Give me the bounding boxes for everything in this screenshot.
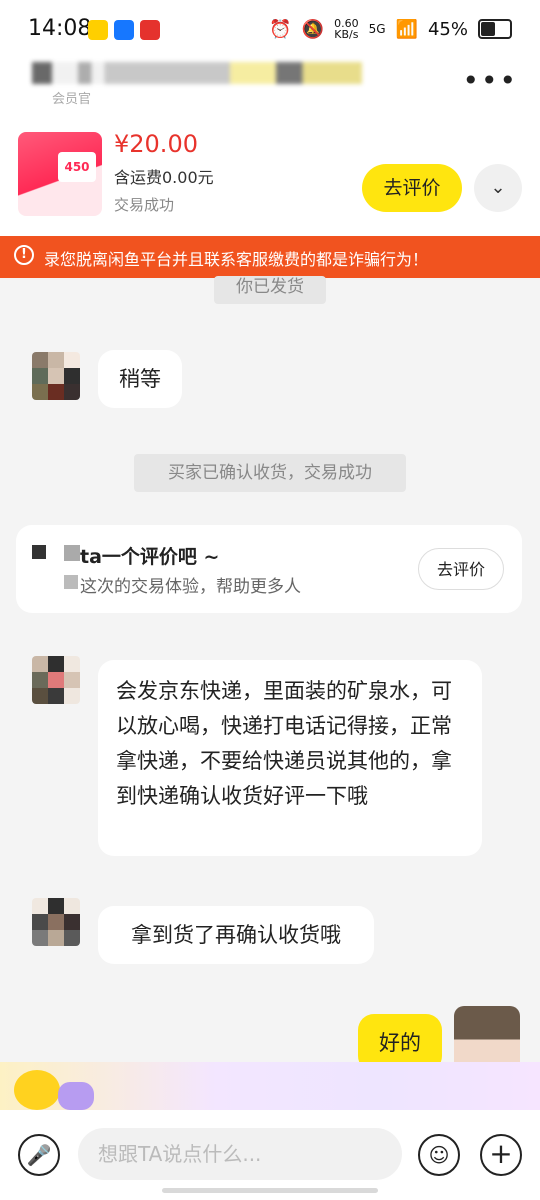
message-bubble[interactable]: 拿到货了再确认收货哦 (98, 906, 374, 964)
fraud-warning-banner[interactable]: ! 录您脱离闲鱼平台并且联系客服缴费的都是诈骗行为！ (0, 236, 540, 278)
trade-status: 交易成功 (114, 196, 175, 214)
battery-icon (478, 19, 512, 39)
more-icon[interactable]: ••• (462, 64, 518, 97)
message-input[interactable] (78, 1128, 402, 1180)
seller-avatar[interactable] (32, 656, 80, 704)
product-thumbnail[interactable]: 450 (18, 132, 102, 216)
seller-avatar[interactable] (32, 352, 80, 400)
product-price: ¥20.00 (114, 130, 198, 158)
net-speed: 0.60 KB/s (334, 17, 359, 41)
seller-avatar[interactable] (32, 898, 80, 946)
avatar-blurred (64, 545, 80, 561)
thumb-badge: 450 (58, 152, 96, 182)
microphone-icon[interactable]: 🎤 (18, 1134, 60, 1176)
message-bubble[interactable]: 会发京东快递，里面装的矿泉水，可以放心喝，快递打电话记得接，正常拿快递，不要给快… (98, 660, 482, 856)
message-bubble[interactable]: 稍等 (98, 350, 182, 408)
alarm-icon: ⏰ (269, 18, 292, 40)
status-time: 14:08 (28, 16, 92, 41)
system-message-shipped: 你已发货 (214, 276, 326, 304)
home-indicator (162, 1188, 378, 1193)
review-button[interactable]: 去评价 (362, 164, 462, 212)
review-card-button[interactable]: 去评价 (418, 548, 504, 590)
battery-percent: 45% (427, 18, 468, 40)
header-subtitle: 会员官 (52, 92, 92, 107)
avatar-blurred (32, 545, 46, 559)
wifi-icon: 📶 (395, 18, 418, 40)
chevron-down-icon[interactable]: ⌄ (474, 164, 522, 212)
warning-icon: ! (14, 245, 34, 265)
mascot-icon (14, 1070, 60, 1110)
emoji-icon[interactable]: ☺ (418, 1134, 460, 1176)
review-card-title: ta一个评价吧 ~ (80, 546, 220, 568)
icon-blurred (64, 575, 78, 589)
shipping-fee: 含运费0.00元 (114, 168, 214, 187)
alipay-icon (114, 20, 134, 40)
review-card-subtitle: 这次的交易体验，帮助更多人 (80, 577, 301, 597)
system-message-confirmed: 买家已确认收货，交易成功 (134, 454, 406, 492)
status-right: ⏰ 🔕 0.60 KB/s 5G 📶 45% (269, 18, 512, 40)
sticker-icon (58, 1082, 94, 1110)
plus-icon[interactable]: + (480, 1134, 522, 1176)
nickname-blurred (32, 62, 362, 84)
warning-text: 录您脱离闲鱼平台并且联系客服缴费的都是诈骗行为！ (44, 250, 429, 269)
notification-icons (88, 20, 160, 40)
network-label: 5G (368, 22, 386, 36)
app-icon (140, 20, 160, 40)
app-icon (88, 20, 108, 40)
mute-icon: 🔕 (301, 18, 325, 40)
